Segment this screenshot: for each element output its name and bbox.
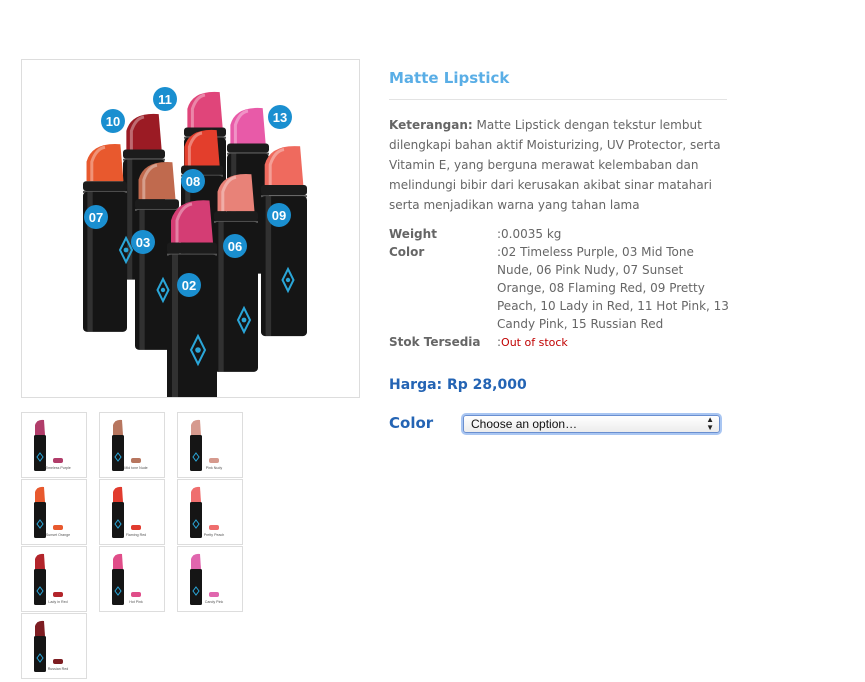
thumbnail-6[interactable]: Pretty Peach: [177, 479, 243, 545]
description-label: Keterangan:: [389, 118, 473, 132]
lipstick-09: [261, 146, 307, 337]
thumbnail-caption: Lady in Red: [48, 600, 67, 604]
svg-text:07: 07: [89, 210, 103, 225]
svg-text:03: 03: [136, 235, 150, 250]
lipstick-thumbnail-illustration: Pink Nudy: [190, 419, 223, 471]
thumbnail-2[interactable]: Mid tone Nude: [99, 412, 165, 478]
svg-text:11: 11: [158, 92, 172, 107]
shade-number-badge: 07: [84, 205, 108, 229]
color-select[interactable]: Choose an option… ▲ ▼: [463, 415, 720, 433]
lipstick-thumbnail-illustration: Hot Pink: [112, 553, 143, 605]
lipstick-07: [83, 143, 127, 332]
product-price: Harga: Rp 28,000: [389, 377, 527, 393]
spec-row-weight: Weight :0.0035 kg: [389, 225, 729, 243]
spec-label: Color: [389, 245, 425, 259]
lipstick-thumbnail-illustration: Pretty Peach: [190, 486, 225, 538]
thumbnail-9[interactable]: Candy Pink: [177, 546, 243, 612]
product-summary: Matte Lipstick Keterangan: Matte Lipstic…: [389, 60, 729, 352]
thumbnail-caption: Sunset Orange: [46, 533, 70, 537]
svg-text:10: 10: [106, 114, 120, 129]
stock-status: Out of stock: [501, 336, 568, 349]
select-arrows-icon: ▲ ▼: [706, 415, 714, 432]
lipstick-thumbnail-illustration: Candy Pink: [190, 553, 224, 605]
lipstick-thumbnail-illustration: Russian Red: [34, 620, 69, 672]
spec-label: Stok Tersedia: [389, 335, 481, 349]
spec-table: Weight :0.0035 kg Color :02 Timeless Pur…: [389, 225, 729, 352]
product-title: Matte Lipstick: [389, 69, 510, 87]
shade-number-badge: 08: [181, 169, 205, 193]
thumbnail-caption: Hot Pink: [129, 600, 143, 604]
shade-number-badge: 13: [268, 105, 292, 129]
shade-number-badge: 06: [223, 234, 247, 258]
thumbnail-caption: Mid tone Nude: [124, 466, 147, 470]
thumbnail-3[interactable]: Pink Nudy: [177, 412, 243, 478]
lipstick-02: [167, 200, 217, 397]
shade-number-badge: 11: [153, 87, 177, 111]
svg-text:13: 13: [273, 110, 287, 125]
svg-text:08: 08: [186, 174, 200, 189]
spec-value: :02 Timeless Purple, 03 Mid Tone Nude, 0…: [497, 245, 729, 331]
svg-text:02: 02: [182, 278, 196, 293]
thumbnail-4[interactable]: Sunset Orange: [21, 479, 87, 545]
lipstick-group-illustration: 10 11 13 07 03 08 09 06 02: [22, 60, 359, 397]
thumbnail-10[interactable]: Russian Red: [21, 613, 87, 679]
shade-number-badge: 09: [267, 203, 291, 227]
thumbnail-caption: Candy Pink: [205, 600, 224, 604]
thumbnail-1[interactable]: Timeless Purple: [21, 412, 87, 478]
color-variation-row: Color Choose an option… ▲ ▼: [389, 413, 729, 435]
spec-row-color: Color :02 Timeless Purple, 03 Mid Tone N…: [389, 243, 729, 333]
svg-text:09: 09: [272, 208, 286, 223]
shade-number-badge: 10: [101, 109, 125, 133]
thumbnail-caption: Flaming Red: [126, 533, 146, 537]
lipstick-06: [214, 173, 258, 372]
product-description: Keterangan: Matte Lipstick dengan tekstu…: [389, 115, 729, 215]
lipstick-thumbnail-illustration: Sunset Orange: [34, 486, 70, 538]
thumbnail-caption: Timeless Purple: [45, 466, 71, 470]
spec-row-stock: Stok Tersedia :Out of stock: [389, 333, 729, 352]
thumbnail-caption: Pink Nudy: [206, 466, 223, 470]
thumbnail-caption: Russian Red: [48, 667, 69, 671]
lipstick-thumbnail-illustration: Timeless Purple: [34, 419, 71, 471]
spec-label: Weight: [389, 227, 437, 241]
lipstick-thumbnail-illustration: Lady in Red: [34, 553, 68, 605]
title-divider: [389, 99, 727, 100]
lipstick-thumbnail-illustration: Mid tone Nude: [112, 419, 148, 471]
thumbnail-5[interactable]: Flaming Red: [99, 479, 165, 545]
spec-value: :0.0035 kg: [497, 227, 562, 241]
color-option-label: Color: [389, 414, 434, 432]
description-text: Matte Lipstick dengan tekstur lembut dil…: [389, 118, 721, 212]
lipstick-thumbnail-illustration: Flaming Red: [112, 486, 146, 538]
thumbnail-8[interactable]: Hot Pink: [99, 546, 165, 612]
svg-text:06: 06: [228, 239, 242, 254]
thumbnail-7[interactable]: Lady in Red: [21, 546, 87, 612]
spec-value: :Out of stock: [497, 333, 729, 352]
shade-number-badge: 03: [131, 230, 155, 254]
shade-number-badge: 02: [177, 273, 201, 297]
product-main-image[interactable]: 10 11 13 07 03 08 09 06 02: [21, 59, 360, 398]
thumbnail-caption: Pretty Peach: [204, 533, 225, 537]
color-select-value: Choose an option…: [471, 417, 578, 431]
